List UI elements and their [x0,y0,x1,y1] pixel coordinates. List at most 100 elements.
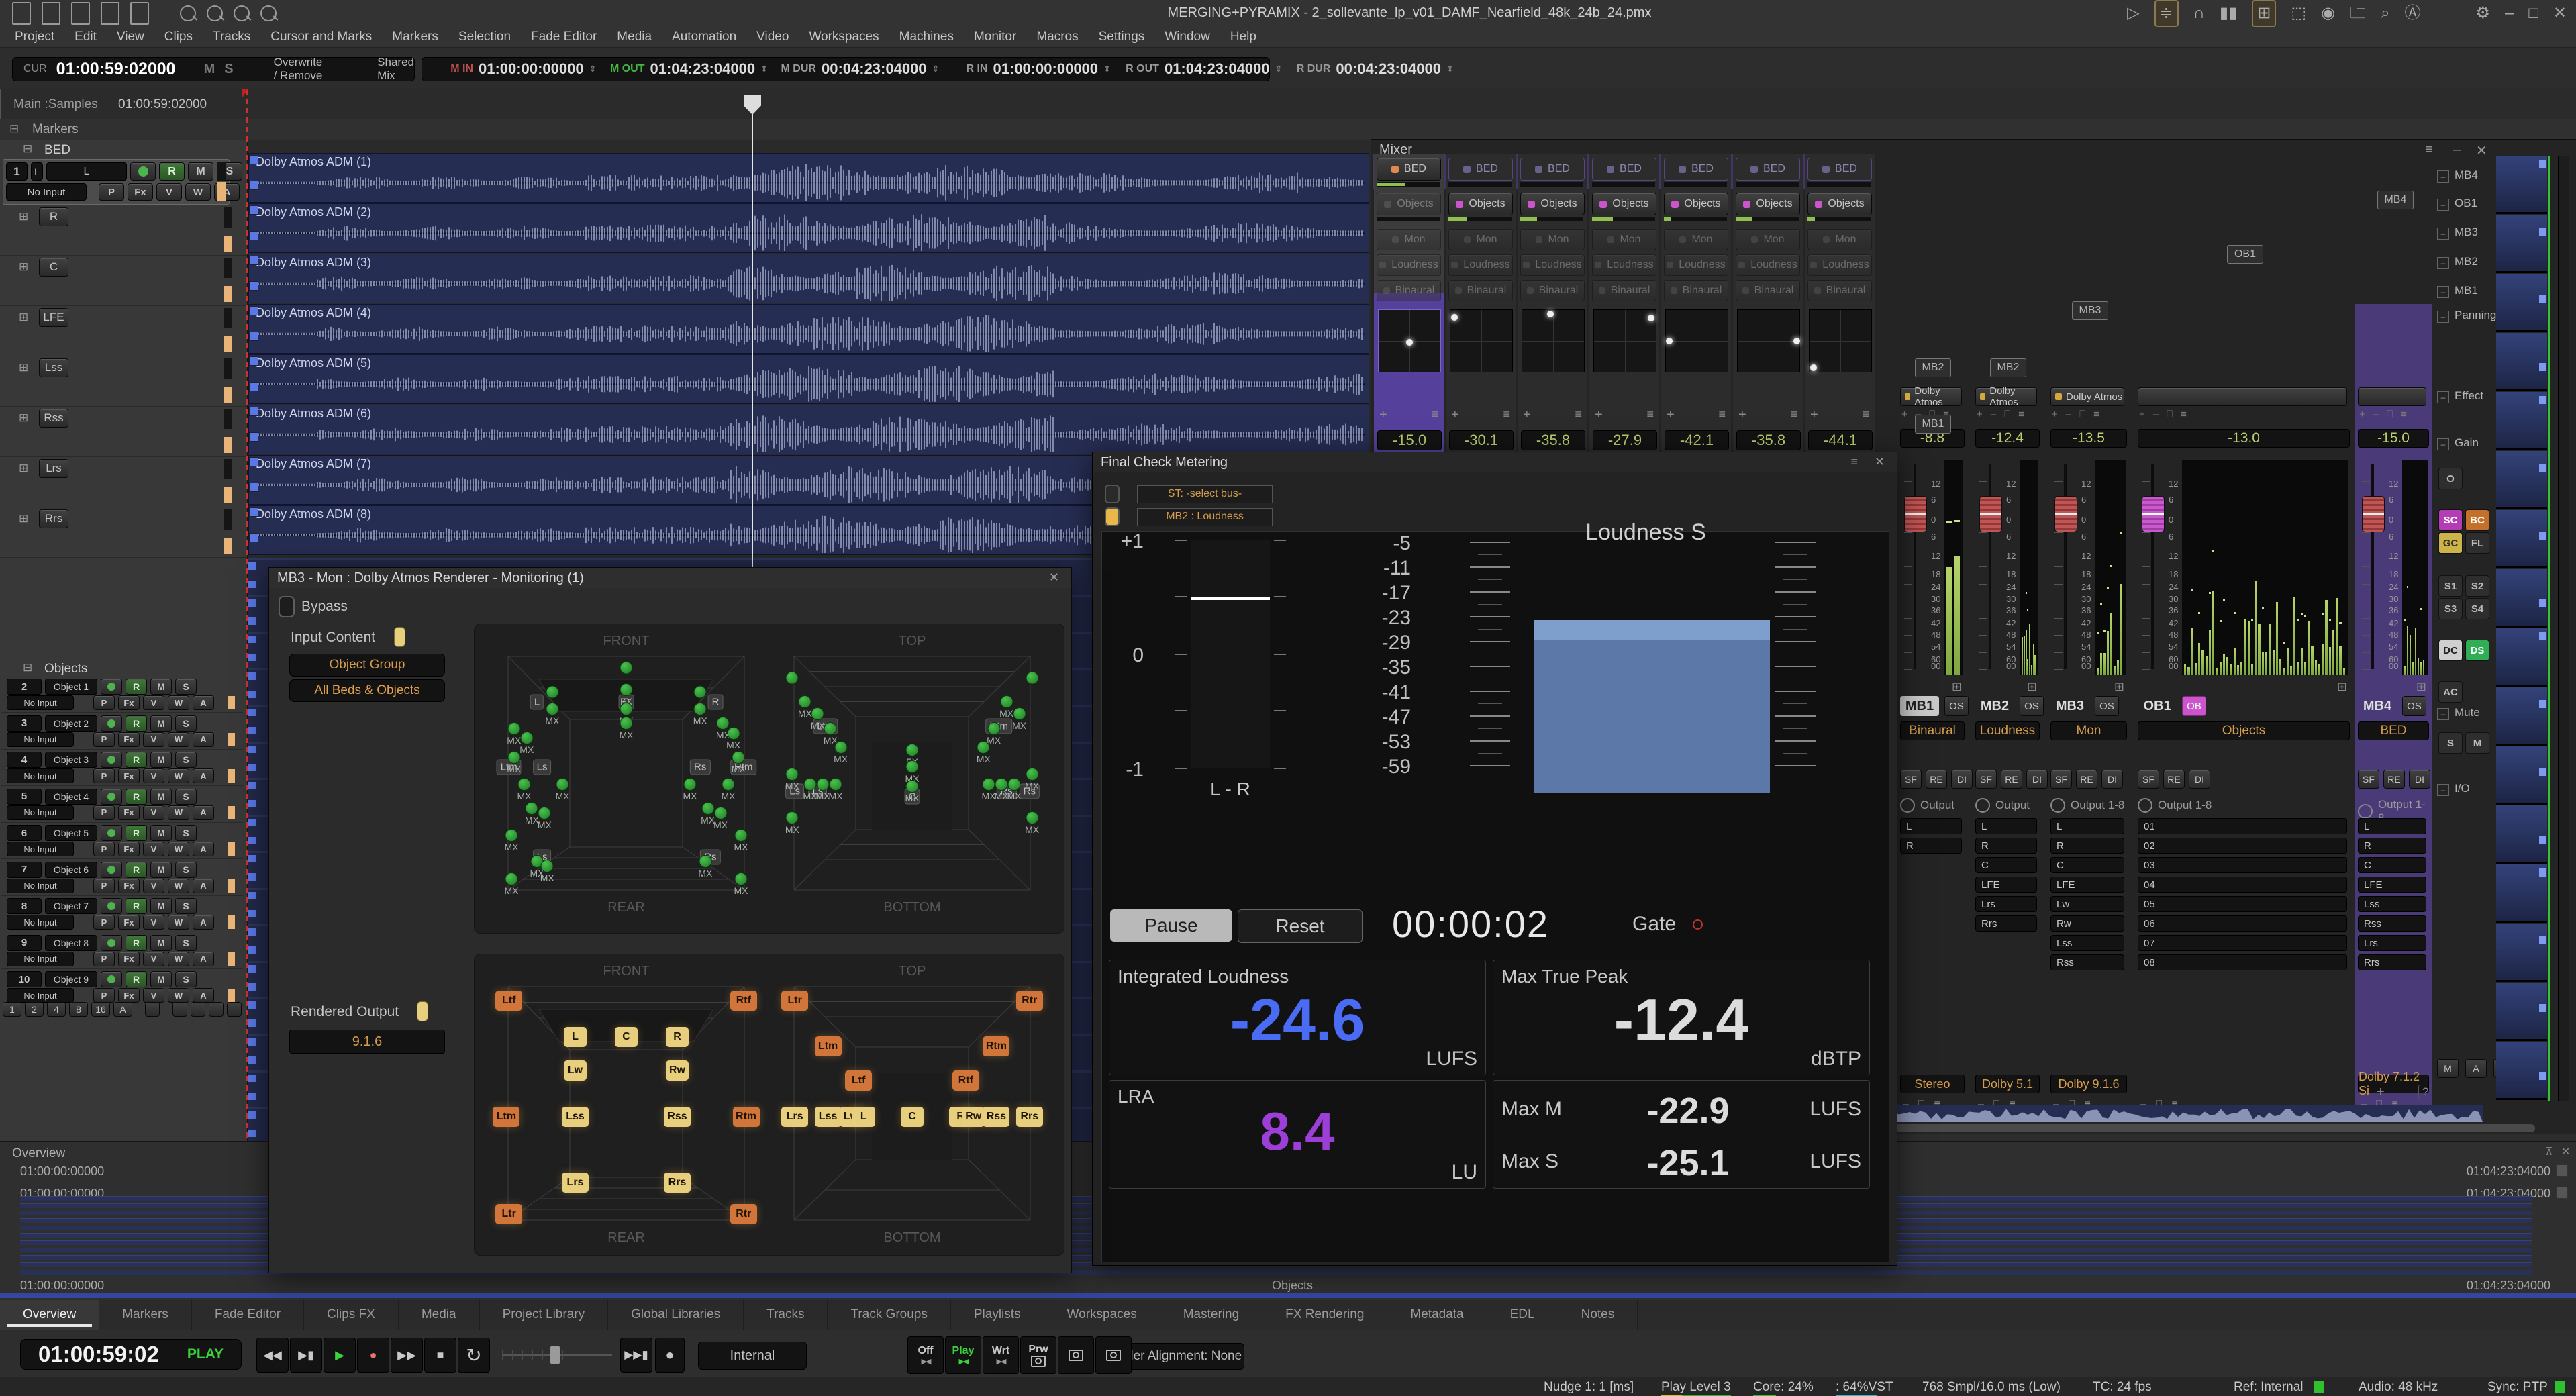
expand-icon[interactable]: ⊞ [19,311,28,324]
clip-marker[interactable] [248,1019,256,1027]
tab-edl[interactable]: EDL [1487,1300,1558,1330]
add-icon[interactable]: + [1738,407,1746,423]
clip-marker[interactable] [249,507,258,517]
ready-button[interactable]: R [126,752,147,768]
solo-button[interactable]: S [175,752,197,768]
w-button[interactable]: W [168,695,189,710]
re-button[interactable]: RE [1926,770,1947,789]
next-clip-button[interactable]: ▶▮ [290,1338,322,1373]
field-spinner[interactable]: ⇕ [1446,66,1454,72]
sf-button[interactable]: SF [2358,770,2379,789]
tab-mastering[interactable]: Mastering [1160,1300,1262,1330]
os-button[interactable]: OS [2095,696,2119,716]
insert-slot[interactable] [2358,387,2426,406]
clip-marker[interactable] [248,1075,256,1082]
output-speaker-c[interactable]: C [615,1027,638,1047]
w-button[interactable]: W [168,768,189,783]
input-select[interactable]: No Input [7,915,74,930]
mon-button[interactable]: Mon [1807,229,1872,250]
mixer-button-bc[interactable]: BC [2465,509,2489,531]
routing-tag-mb4[interactable]: MB4 [2377,191,2414,209]
save-as-icon[interactable] [130,2,149,25]
clip-marker[interactable] [249,483,258,492]
w-button[interactable]: W [168,732,189,747]
tab-fx-rendering[interactable]: FX Rendering [1262,1300,1387,1330]
output-speaker-rtm[interactable]: Rtm [733,1107,760,1127]
section-collapse-gain[interactable]: – [2437,438,2449,450]
clip-marker[interactable] [248,746,256,753]
channel-R[interactable]: R [1975,838,2037,854]
track-header-bed-r[interactable]: ⊞R [0,205,247,256]
clip-marker[interactable] [249,205,258,215]
small-toggle[interactable] [209,1002,224,1017]
mixer-help-icon[interactable]: ? [2418,1085,2432,1099]
track-header-object-6[interactable]: 6Object 5RMSNo InputPFxVWA [1,824,243,859]
p-button[interactable]: P [93,695,115,710]
grid-icon[interactable]: ⊞ [1952,680,1962,694]
output-speaker-lrs[interactable]: Lrs [562,1173,589,1193]
expand-icon[interactable]: ⊞ [19,512,28,526]
sf-button[interactable]: SF [2050,770,2072,789]
grid-icon[interactable]: ⊞ [2337,680,2347,694]
master-value[interactable]: -15.0 [2358,429,2429,448]
pan-dot[interactable] [1648,315,1654,321]
tab-notes[interactable]: Notes [1558,1300,1638,1330]
clip-marker[interactable] [248,946,256,954]
insert-icon[interactable]: – [2373,409,2379,420]
pan-pad[interactable] [1665,309,1728,372]
meter-icon[interactable]: ▮▮ [2220,1,2237,26]
clip-marker[interactable] [248,727,256,734]
menu-cursor-and-marks[interactable]: Cursor and Marks [270,30,372,44]
p-button[interactable]: P [93,988,115,1003]
tab-project-library[interactable]: Project Library [480,1300,609,1330]
ready-button[interactable]: R [126,935,147,951]
binaural-button[interactable]: Binaural [1807,280,1872,301]
marquee-icon[interactable]: ⬚ [2291,1,2306,26]
field-value[interactable]: 01:00:00:00000 [993,60,1098,78]
v-button[interactable]: V [143,732,164,747]
fader-cap[interactable] [2054,496,2077,532]
clip-marker[interactable] [248,892,256,899]
menu-tracks[interactable]: Tracks [213,30,250,44]
object-group-button[interactable]: Object Group [289,654,445,677]
clip-row[interactable]: Dolby Atmos ADM (6) [248,405,1369,454]
pan-dot[interactable] [1451,314,1458,321]
insert-icon[interactable]: ≡ [2093,409,2099,420]
timeline-ruler[interactable]: Main :Samples 01:00:59:02000 01:00:00:00… [0,89,2576,119]
input-select[interactable]: No Input [7,695,74,710]
clip-row[interactable]: Dolby Atmos ADM (1) [248,153,1369,203]
objects-button[interactable]: Objects [1377,193,1441,215]
channel-01[interactable]: 01 [2138,818,2347,834]
a-button[interactable]: A [193,768,214,783]
minimize-icon[interactable]: – [2505,1,2514,26]
loudness-button[interactable]: Loudness [1592,254,1656,276]
fx-button[interactable]: Fx [118,952,140,966]
bus-tag-mb2[interactable]: MB2 [1975,696,2014,716]
clip-row[interactable]: Dolby Atmos ADM (2) [248,203,1369,253]
clip-marker[interactable] [248,983,256,991]
overview-range-bar[interactable] [0,1293,2576,1298]
field-spinner[interactable]: ⇕ [932,66,940,72]
insert-icon[interactable]: + [2359,409,2365,420]
strip-type-label[interactable]: Loudness [1975,721,2040,740]
channel-Rrs[interactable]: Rrs [1975,915,2037,932]
menu-help[interactable]: Help [1230,30,1256,44]
strip-menu-icon[interactable]: ≡ [1718,407,1726,421]
preset-label[interactable]: Stereo [1900,1075,1965,1093]
strip-type-label[interactable]: BED [2358,721,2429,740]
section-collapse-ob1[interactable]: – [2437,199,2449,211]
zoom-in-icon[interactable] [234,5,250,21]
binaural-button[interactable]: Binaural [1664,280,1728,301]
loudness-button[interactable]: Loudness [1736,254,1800,276]
track-name-box[interactable]: L [46,162,127,181]
fx-button[interactable]: Fx [118,915,140,930]
snapshot-button-1[interactable] [1095,1336,1132,1374]
loudness-button[interactable]: Loudness [1448,254,1513,276]
mixer-button-fl[interactable]: FL [2465,532,2489,554]
v-button[interactable]: V [143,768,164,783]
tab-workspaces[interactable]: Workspaces [1044,1300,1160,1330]
mute-button[interactable]: M [150,679,172,695]
track-number[interactable]: 5 [7,789,42,805]
expand-icon[interactable]: ⊞ [19,411,28,425]
output-speaker-ltm[interactable]: Ltm [815,1036,842,1056]
